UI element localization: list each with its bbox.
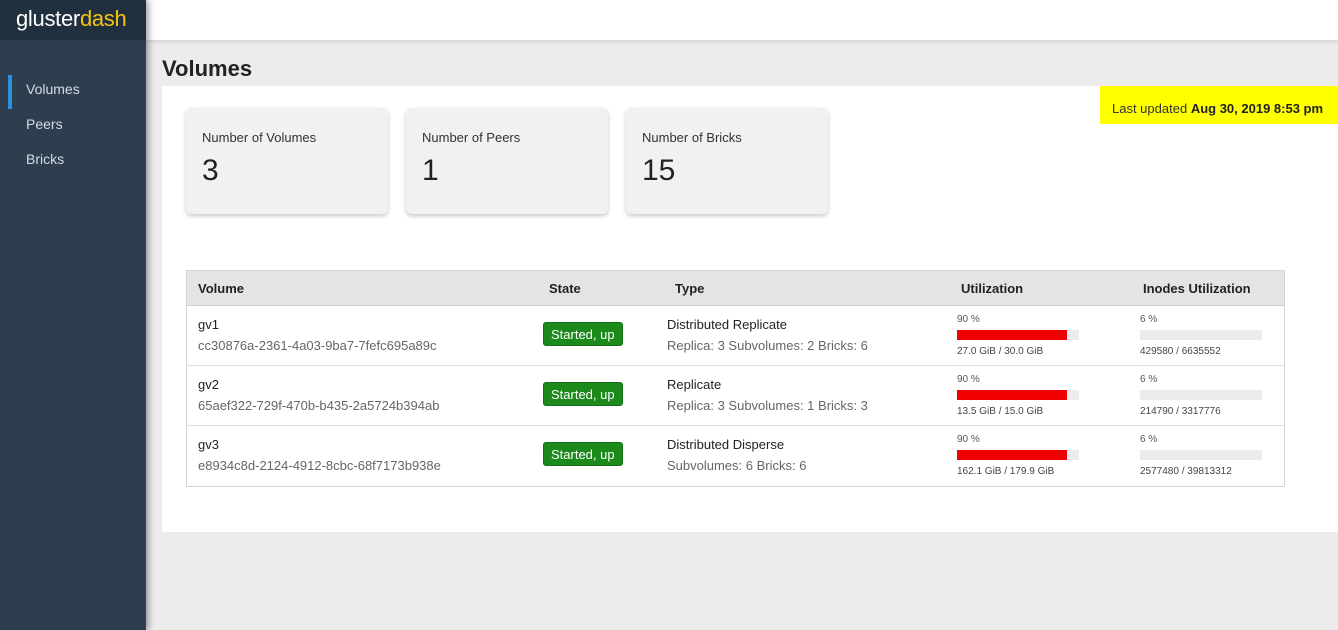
table-row[interactable]: gv1 cc30876a-2361-4a03-9ba7-7fefc695a89c… — [187, 306, 1284, 366]
utilization-percent: 90 % — [957, 434, 980, 445]
volume-id: 65aef322-729f-470b-b435-2a5724b394ab — [198, 398, 440, 413]
sidebar: glusterdash Volumes Peers Bricks — [0, 0, 146, 630]
sidebar-nav: Volumes Peers Bricks — [0, 72, 146, 177]
utilization-text: 27.0 GiB / 30.0 GiB — [957, 346, 1044, 357]
status-badge: Started, up — [543, 442, 623, 466]
volume-id: e8934c8d-2124-4912-8cbc-68f7173b938e — [198, 458, 441, 473]
utilization-bar-fill — [957, 330, 1067, 340]
utilization-bar — [957, 390, 1079, 400]
main-panel: Last updated Aug 30, 2019 8:53 pm Number… — [162, 86, 1338, 532]
utilization-bar — [957, 450, 1079, 460]
utilization-text: 162.1 GiB / 179.9 GiB — [957, 466, 1055, 477]
table-body: gv1 cc30876a-2361-4a03-9ba7-7fefc695a89c… — [187, 306, 1284, 486]
table-row[interactable]: gv2 65aef322-729f-470b-b435-2a5724b394ab… — [187, 366, 1284, 426]
table-header: Volume State Type Utilization Inodes Uti… — [187, 271, 1284, 306]
table-row[interactable]: gv3 e8934c8d-2124-4912-8cbc-68f7173b938e… — [187, 426, 1284, 486]
brand-suffix: dash — [79, 6, 127, 31]
summary-card-label: Number of Volumes — [202, 130, 317, 145]
summary-card-volumes: Number of Volumes 3 — [186, 108, 388, 214]
inodes-bar-fill — [1140, 390, 1147, 400]
volume-id: cc30876a-2361-4a03-9ba7-7fefc695a89c — [198, 338, 437, 353]
sidebar-item-volumes[interactable]: Volumes — [0, 72, 146, 109]
utilization-percent: 90 % — [957, 374, 980, 385]
volume-type-detail: Replica: 3 Subvolumes: 1 Bricks: 3 — [667, 398, 868, 413]
inodes-percent: 6 % — [1140, 374, 1158, 385]
inodes-percent: 6 % — [1140, 314, 1158, 325]
volume-name[interactable]: gv2 — [198, 377, 219, 392]
volume-name[interactable]: gv1 — [198, 317, 219, 332]
inodes-text: 429580 / 6635552 — [1140, 346, 1221, 357]
summary-card-value: 15 — [642, 154, 676, 187]
volume-name[interactable]: gv3 — [198, 437, 219, 452]
header-type[interactable]: Type — [675, 281, 704, 296]
inodes-text: 2577480 / 39813312 — [1140, 466, 1232, 477]
inodes-text: 214790 / 3317776 — [1140, 406, 1221, 417]
brand-logo[interactable]: glusterdash — [0, 0, 146, 40]
summary-card-label: Number of Bricks — [642, 130, 742, 145]
header-inodes-utilization[interactable]: Inodes Utilization — [1143, 281, 1251, 296]
summary-card-value: 1 — [422, 154, 439, 187]
utilization-bar — [957, 330, 1079, 340]
inodes-percent: 6 % — [1140, 434, 1158, 445]
page-title: Volumes — [162, 56, 253, 81]
top-bar — [146, 0, 1338, 40]
last-updated-banner: Last updated Aug 30, 2019 8:53 pm — [1100, 86, 1338, 124]
summary-card-label: Number of Peers — [422, 130, 521, 145]
summary-card-value: 3 — [202, 154, 219, 187]
volume-type: Distributed Replicate — [667, 317, 787, 332]
volumes-table: Volume State Type Utilization Inodes Uti… — [186, 270, 1285, 487]
utilization-percent: 90 % — [957, 314, 980, 325]
volume-type-detail: Subvolumes: 6 Bricks: 6 — [667, 458, 807, 473]
volume-type-detail: Replica: 3 Subvolumes: 2 Bricks: 6 — [667, 338, 868, 353]
inodes-bar — [1140, 330, 1262, 340]
status-badge: Started, up — [543, 382, 623, 406]
last-updated-value: Aug 30, 2019 8:53 pm — [1190, 101, 1324, 116]
sidebar-item-label: Peers — [26, 116, 63, 132]
utilization-text: 13.5 GiB / 15.0 GiB — [957, 406, 1044, 417]
volume-type: Replicate — [667, 377, 722, 392]
brand-prefix: gluster — [16, 6, 80, 31]
inodes-bar-fill — [1140, 450, 1147, 460]
inodes-bar — [1140, 390, 1262, 400]
inodes-bar-fill — [1140, 330, 1147, 340]
last-updated-label: Last updated — [1112, 101, 1188, 116]
utilization-bar-fill — [957, 390, 1067, 400]
inodes-bar — [1140, 450, 1262, 460]
summary-card-peers: Number of Peers 1 — [406, 108, 608, 214]
summary-card-bricks: Number of Bricks 15 — [626, 108, 828, 214]
sidebar-item-peers[interactable]: Peers — [0, 107, 146, 142]
sidebar-item-bricks[interactable]: Bricks — [0, 142, 146, 177]
volume-type: Distributed Disperse — [667, 437, 785, 452]
utilization-bar-fill — [957, 450, 1067, 460]
header-volume[interactable]: Volume — [198, 281, 244, 296]
header-utilization[interactable]: Utilization — [961, 281, 1023, 296]
status-badge: Started, up — [543, 322, 623, 346]
sidebar-item-label: Bricks — [26, 151, 65, 167]
sidebar-item-label: Volumes — [26, 81, 80, 97]
header-state[interactable]: State — [549, 281, 581, 296]
